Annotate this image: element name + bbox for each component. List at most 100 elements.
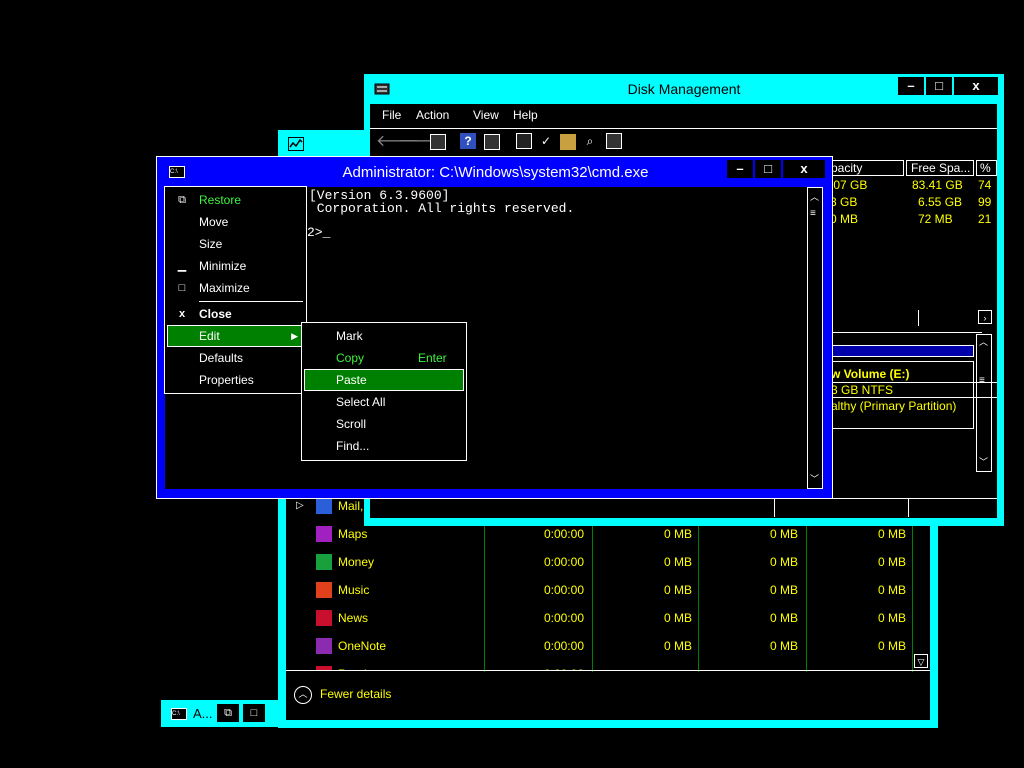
column-header-capacity[interactable]: pacity <box>826 160 904 176</box>
volume-status: althy (Primary Partition) <box>831 399 957 413</box>
menu-item-paste[interactable]: Paste <box>304 369 464 391</box>
list-item[interactable]: Money 0:00:00 0 MB 0 MB 0 MB <box>286 548 906 576</box>
menu-item-maximize[interactable]: □ Maximize <box>165 277 306 299</box>
console-tree-icon[interactable] <box>430 134 446 150</box>
list-item[interactable]: OneNote 0:00:00 0 MB 0 MB 0 MB <box>286 632 906 660</box>
memory-value: 0 MB <box>663 611 692 625</box>
cmd-icon: C:\ <box>171 708 187 720</box>
taskbar-item[interactable]: C:\ A... ⧉ □ <box>161 700 279 727</box>
minimize-icon: ▁ <box>177 260 187 272</box>
cpu-time: 0:00:00 <box>543 611 584 625</box>
menu-item-select-all[interactable]: Select All <box>302 391 466 413</box>
help-icon[interactable]: ? <box>460 133 476 149</box>
menu-item-copy[interactable]: Copy Enter <box>302 347 466 369</box>
scroll-thumb-icon[interactable]: ≡ <box>979 375 985 386</box>
vertical-scrollbar[interactable]: ︿ ≡ ﹀ <box>976 334 992 472</box>
column-header-percent-free[interactable]: % F <box>976 160 997 176</box>
forward-icon[interactable]: 🡒 <box>398 134 441 150</box>
connect-icon[interactable] <box>516 133 532 149</box>
menu-item-edit[interactable]: Edit ▶ <box>167 325 304 347</box>
properties-icon[interactable] <box>484 134 500 150</box>
table-row[interactable]: .07 GB 83.41 GB 74 <box>826 178 997 195</box>
column-label: pacity <box>831 161 863 175</box>
app-name: Music <box>338 583 370 597</box>
menu-item-label: Edit <box>199 329 220 343</box>
menu-separator <box>199 301 303 302</box>
restore-button[interactable]: ⧉ <box>217 704 239 722</box>
column-header-free-space[interactable]: Free Spa... <box>906 160 974 176</box>
mail-app-icon <box>316 498 332 514</box>
maximize-button[interactable]: □ <box>243 704 265 722</box>
money-app-icon <box>316 554 332 570</box>
menu-item-move[interactable]: Move <box>165 211 306 233</box>
network-value: 0 MB <box>877 583 906 597</box>
scroll-thumb-icon[interactable]: ≡ <box>810 208 816 219</box>
console-line: 2>_ <box>307 225 331 240</box>
table-row[interactable]: 3 GB 6.55 GB 99 <box>826 195 997 212</box>
capacity-cell: .07 GB <box>830 178 868 192</box>
list-item[interactable]: News 0:00:00 0 MB 0 MB 0 MB <box>286 604 906 632</box>
scroll-down-button[interactable]: ▽ <box>914 654 928 668</box>
disk-value: 0 MB <box>769 555 798 569</box>
menu-item-mark[interactable]: Mark <box>302 325 466 347</box>
column-label: Free Spa... <box>911 161 971 175</box>
scroll-up-icon[interactable]: ︿ <box>979 335 988 348</box>
menu-item-label: Defaults <box>199 351 244 365</box>
close-button[interactable]: x <box>954 77 998 95</box>
status-bar <box>370 498 997 517</box>
minimize-button[interactable]: – <box>727 160 753 178</box>
menu-item-label: Minimize <box>199 259 247 273</box>
menu-item-label: Scroll <box>336 417 367 431</box>
close-button[interactable]: x <box>783 160 825 178</box>
back-icon[interactable]: 🡐 <box>376 134 419 150</box>
volume-size: 3 GB NTFS <box>831 383 894 397</box>
scroll-down-icon[interactable]: ﹀ <box>979 455 988 468</box>
list-item[interactable]: Read 0:00:00 <box>286 660 906 670</box>
menu-item-scroll[interactable]: Scroll <box>302 413 466 435</box>
menu-item-defaults[interactable]: Defaults <box>165 347 306 369</box>
menu-item-label: Paste <box>336 373 367 387</box>
menu-file[interactable]: File <box>382 108 401 122</box>
menu-item-shortcut: Enter <box>418 351 447 365</box>
volume-block[interactable]: w Volume (E:) 3 GB NTFS althy (Primary P… <box>830 361 974 429</box>
news-app-icon <box>316 610 332 626</box>
volume-header-bar <box>830 345 974 357</box>
menu-action[interactable]: Action <box>416 108 449 122</box>
cpu-time: 0:00:00 <box>543 583 584 597</box>
scroll-right-button[interactable]: › <box>978 310 992 324</box>
app-name: Money <box>338 555 375 569</box>
menu-bar: File Action View Help <box>370 106 997 126</box>
scroll-down-icon[interactable]: ﹀ <box>810 472 819 485</box>
app-name: Maps <box>338 527 368 541</box>
menu-item-restore[interactable]: ⧉ Restore <box>165 189 306 211</box>
menu-item-close[interactable]: x Close <box>165 303 306 325</box>
app-name: OneNote <box>338 639 387 653</box>
menu-item-size[interactable]: Size <box>165 233 306 255</box>
menu-item-find[interactable]: Find... <box>302 435 466 457</box>
memory-value: 0 MB <box>663 583 692 597</box>
menu-item-label: Properties <box>199 373 254 387</box>
list-item[interactable]: Music 0:00:00 0 MB 0 MB 0 MB <box>286 576 906 604</box>
maximize-button[interactable]: □ <box>755 160 781 178</box>
table-row[interactable]: 0 MB 72 MB 21 <box>826 212 997 229</box>
search-icon[interactable]: ⌕ <box>582 133 598 149</box>
system-menu: ⧉ Restore Move Size ▁ Minimize □ Maximiz… <box>164 186 307 394</box>
scroll-up-icon[interactable]: ︿ <box>810 190 819 203</box>
vertical-scrollbar[interactable]: ︿ ≡ ﹀ <box>807 187 823 489</box>
check-icon[interactable]: ✓ <box>538 133 554 149</box>
folder-icon[interactable] <box>560 134 576 150</box>
menu-item-properties[interactable]: Properties <box>165 369 306 391</box>
maximize-button[interactable]: □ <box>926 77 952 95</box>
settings-icon[interactable] <box>606 133 622 149</box>
menu-view[interactable]: View <box>473 108 499 122</box>
submenu-arrow-icon: ▶ <box>291 331 298 341</box>
chevron-up-icon: ︿ <box>294 686 312 704</box>
menu-item-minimize[interactable]: ▁ Minimize <box>165 255 306 277</box>
minimize-button[interactable]: – <box>898 77 924 95</box>
fewer-details-label: Fewer details <box>320 687 392 701</box>
toolbar: 🡐 🡒 ? ✓ ⌕ <box>370 130 997 154</box>
free-space-cell: 6.55 GB <box>918 195 963 209</box>
menu-help[interactable]: Help <box>513 108 538 122</box>
console-line: Corporation. All rights reserved. <box>309 201 575 216</box>
free-space-cell: 72 MB <box>918 212 953 226</box>
